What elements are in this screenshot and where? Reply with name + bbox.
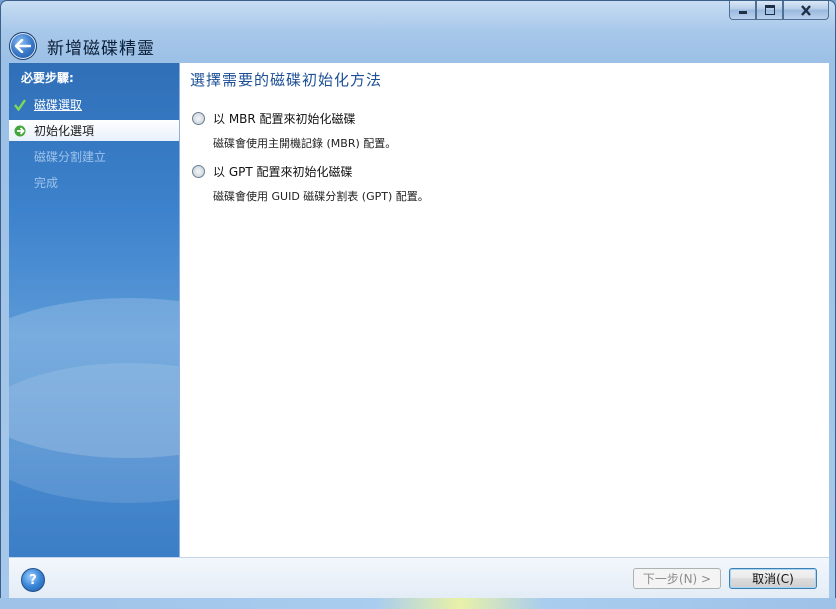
step-partition-creation: 磁碟分割建立 — [9, 146, 179, 167]
page-title: 選擇需要的磁碟初始化方法 — [190, 71, 383, 89]
back-arrow-icon — [15, 39, 31, 53]
next-button[interactable]: 下一步(N) > — [633, 568, 721, 589]
option-mbr-description: 磁碟會使用主開機記錄 (MBR) 配置。 — [213, 137, 397, 150]
option-gpt[interactable]: 以 GPT 配置來初始化磁碟 — [192, 163, 353, 180]
footer-bar: ? 下一步(N) > 取消(C) — [9, 557, 829, 599]
minimize-button[interactable] — [729, 1, 756, 20]
green-arrow-icon — [9, 125, 31, 137]
gpt-radio[interactable] — [192, 165, 205, 178]
step-initialization-options: 初始化選項 — [9, 120, 179, 141]
wizard-title: 新增磁碟精靈 — [47, 39, 155, 59]
wizard-window: 新增磁碟精靈 必要步驟: 磁碟選取 初始化選項 磁碟分割建立 完成 選擇需要的磁… — [0, 0, 836, 609]
close-icon — [801, 4, 811, 16]
cancel-button[interactable]: 取消(C) — [729, 568, 817, 589]
step-label: 磁碟分割建立 — [34, 150, 107, 164]
mbr-radio[interactable] — [192, 112, 205, 125]
help-icon: ? — [29, 572, 37, 588]
window-bottom-edge — [0, 598, 836, 609]
step-disk-selection[interactable]: 磁碟選取 — [9, 94, 179, 115]
option-gpt-description: 磁碟會使用 GUID 磁碟分割表 (GPT) 配置。 — [213, 190, 429, 203]
window-controls — [729, 1, 829, 21]
steps-sidebar: 必要步驟: 磁碟選取 初始化選項 磁碟分割建立 完成 — [9, 63, 179, 557]
back-button[interactable] — [9, 32, 37, 60]
maximize-icon — [764, 5, 775, 15]
step-label: 完成 — [34, 176, 59, 190]
checkmark-icon — [9, 98, 31, 111]
maximize-button[interactable] — [756, 1, 783, 20]
step-label: 初始化選項 — [34, 124, 95, 138]
steps-header: 必要步驟: — [21, 71, 74, 85]
close-button[interactable] — [783, 1, 829, 20]
option-mbr[interactable]: 以 MBR 配置來初始化磁碟 — [192, 110, 356, 127]
option-gpt-label[interactable]: 以 GPT 配置來初始化磁碟 — [213, 163, 353, 180]
option-mbr-label[interactable]: 以 MBR 配置來初始化磁碟 — [213, 110, 356, 127]
help-button[interactable]: ? — [21, 568, 45, 592]
content-panel: 選擇需要的磁碟初始化方法 以 MBR 配置來初始化磁碟 磁碟會使用主開機記錄 (… — [179, 63, 829, 557]
decorative-wave — [9, 363, 179, 503]
step-label[interactable]: 磁碟選取 — [34, 96, 82, 113]
minimize-icon — [738, 11, 747, 14]
step-finish: 完成 — [9, 172, 179, 193]
